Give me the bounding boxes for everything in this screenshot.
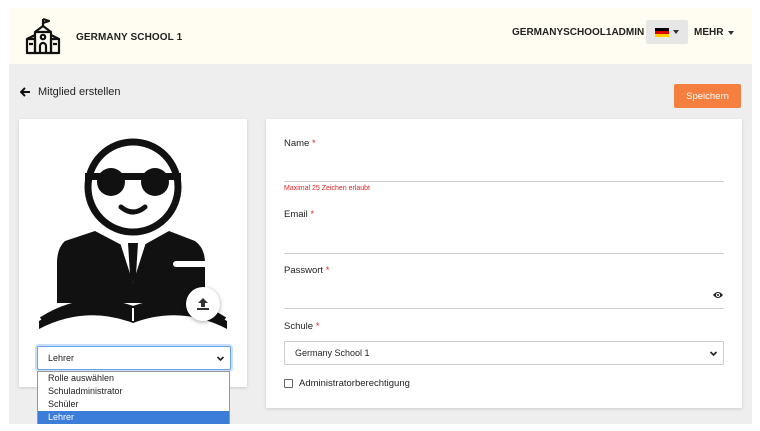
caret-down-icon (673, 30, 679, 34)
role-select[interactable]: Lehrer (37, 346, 231, 370)
member-form-card: Name * Maximal 25 Zeichen erlaubt Email … (266, 119, 742, 408)
email-input[interactable] (284, 253, 724, 254)
name-hint: Maximal 25 Zeichen erlaubt (284, 185, 370, 192)
upload-icon (197, 298, 209, 310)
back-link[interactable]: Mitglied erstellen (20, 86, 121, 98)
password-input[interactable] (284, 308, 724, 309)
admin-permission-row[interactable]: Administratorberechtigung (284, 378, 410, 389)
more-label: MEHR (694, 27, 724, 38)
email-label: Email * (284, 209, 315, 220)
german-flag-icon (655, 27, 669, 37)
name-input[interactable] (284, 181, 724, 182)
arrow-left-icon (20, 87, 30, 97)
role-option[interactable]: Schuladministrator (38, 385, 229, 398)
role-option[interactable]: Schüler (38, 398, 229, 411)
school-label: Schule * (284, 321, 320, 332)
school-name: GERMANY SCHOOL 1 (76, 32, 183, 43)
role-option-selected[interactable]: Lehrer (38, 411, 229, 424)
school-select-value: Germany School 1 (295, 348, 370, 358)
chevron-down-icon (216, 356, 225, 362)
eye-icon[interactable] (712, 290, 724, 300)
school-select[interactable]: Germany School 1 (284, 341, 724, 365)
app-frame: GERMANY SCHOOL 1 GERMANYSCHOOL1ADMIN MEH… (9, 8, 752, 424)
school-building-icon[interactable] (23, 16, 63, 56)
admin-checkbox[interactable] (284, 379, 293, 388)
name-label: Name * (284, 138, 316, 149)
top-navbar: GERMANY SCHOOL 1 GERMANYSCHOOL1ADMIN MEH… (9, 8, 752, 64)
role-option[interactable]: Rolle auswählen (38, 372, 229, 385)
role-select-value: Lehrer (48, 353, 75, 363)
password-label: Passwort * (284, 265, 330, 276)
page-title: Mitglied erstellen (38, 86, 121, 98)
avatar-card: Lehrer (19, 119, 247, 387)
caret-down-icon (728, 30, 735, 35)
chevron-down-icon (709, 351, 718, 357)
upload-photo-button[interactable] (186, 287, 220, 321)
language-selector[interactable] (646, 20, 688, 44)
save-button[interactable]: Speichern (674, 84, 741, 108)
more-menu[interactable]: MEHR (694, 27, 735, 38)
role-dropdown-list[interactable]: Rolle auswählen Schuladministrator Schül… (37, 371, 230, 424)
user-name[interactable]: GERMANYSCHOOL1ADMIN (512, 27, 644, 38)
admin-checkbox-label: Administratorberechtigung (299, 378, 410, 389)
